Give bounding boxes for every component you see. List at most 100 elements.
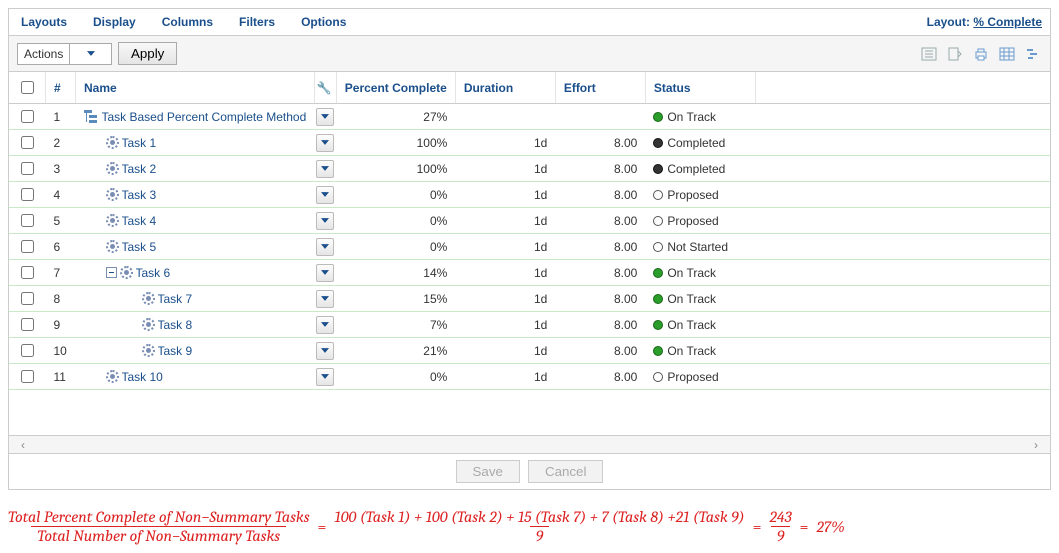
status-cell[interactable]: Proposed: [645, 182, 755, 208]
menu-filters[interactable]: Filters: [235, 13, 279, 31]
duration-cell[interactable]: [455, 104, 555, 130]
table-row[interactable]: 5Task 40%1d8.00Proposed: [9, 208, 1050, 234]
duration-cell[interactable]: 1d: [455, 260, 555, 286]
percent-cell[interactable]: 21%: [336, 338, 455, 364]
row-checkbox[interactable]: [21, 344, 34, 357]
cancel-button[interactable]: Cancel: [528, 460, 604, 483]
effort-cell[interactable]: 8.00: [555, 182, 645, 208]
table-row[interactable]: 3Task 2100%1d8.00Completed: [9, 156, 1050, 182]
row-checkbox[interactable]: [21, 214, 34, 227]
scroll-left-icon[interactable]: ‹: [21, 438, 25, 452]
layout-link[interactable]: % Complete: [973, 15, 1042, 29]
duration-cell[interactable]: 1d: [455, 364, 555, 390]
row-checkbox[interactable]: [21, 318, 34, 331]
task-link[interactable]: Task 3: [122, 188, 157, 202]
effort-cell[interactable]: [555, 104, 645, 130]
scroll-right-icon[interactable]: ›: [1034, 438, 1038, 452]
percent-cell[interactable]: 0%: [336, 234, 455, 260]
status-cell[interactable]: On Track: [645, 338, 755, 364]
status-cell[interactable]: On Track: [645, 286, 755, 312]
print-icon[interactable]: [972, 45, 990, 63]
table-row[interactable]: 7Task 614%1d8.00On Track: [9, 260, 1050, 286]
effort-cell[interactable]: 8.00: [555, 338, 645, 364]
percent-cell[interactable]: 15%: [336, 286, 455, 312]
percent-cell[interactable]: 0%: [336, 364, 455, 390]
row-actions-dropdown[interactable]: [316, 160, 334, 178]
row-checkbox[interactable]: [21, 162, 34, 175]
row-checkbox[interactable]: [21, 370, 34, 383]
menu-layouts[interactable]: Layouts: [17, 13, 71, 31]
menu-display[interactable]: Display: [89, 13, 140, 31]
task-link[interactable]: Task 8: [158, 318, 193, 332]
row-actions-dropdown[interactable]: [316, 316, 334, 334]
col-header-status[interactable]: Status: [645, 72, 755, 104]
task-link[interactable]: Task 4: [122, 214, 157, 228]
task-link[interactable]: Task 6: [136, 266, 171, 280]
percent-cell[interactable]: 14%: [336, 260, 455, 286]
apply-button[interactable]: Apply: [118, 42, 177, 65]
row-actions-dropdown[interactable]: [316, 108, 334, 126]
effort-cell[interactable]: 8.00: [555, 130, 645, 156]
row-actions-dropdown[interactable]: [316, 290, 334, 308]
duration-cell[interactable]: 1d: [455, 156, 555, 182]
task-link[interactable]: Task 5: [122, 240, 157, 254]
task-link[interactable]: Task 2: [122, 162, 157, 176]
col-header-percent[interactable]: Percent Complete: [336, 72, 455, 104]
status-cell[interactable]: Proposed: [645, 208, 755, 234]
menu-options[interactable]: Options: [297, 13, 350, 31]
table-row[interactable]: 8Task 715%1d8.00On Track: [9, 286, 1050, 312]
effort-cell[interactable]: 8.00: [555, 208, 645, 234]
collapse-icon[interactable]: [106, 267, 117, 278]
status-cell[interactable]: Completed: [645, 156, 755, 182]
task-link[interactable]: Task 7: [158, 292, 193, 306]
duration-cell[interactable]: 1d: [455, 338, 555, 364]
effort-cell[interactable]: 8.00: [555, 260, 645, 286]
col-header-duration[interactable]: Duration: [455, 72, 555, 104]
table-row[interactable]: 4Task 30%1d8.00Proposed: [9, 182, 1050, 208]
col-header-name[interactable]: Name: [76, 72, 315, 104]
row-checkbox[interactable]: [21, 188, 34, 201]
table-row[interactable]: 10Task 921%1d8.00On Track: [9, 338, 1050, 364]
row-actions-dropdown[interactable]: [316, 134, 334, 152]
status-cell[interactable]: On Track: [645, 260, 755, 286]
task-link[interactable]: Task 1: [122, 136, 157, 150]
percent-cell[interactable]: 0%: [336, 208, 455, 234]
table-row[interactable]: 6Task 50%1d8.00Not Started: [9, 234, 1050, 260]
row-checkbox[interactable]: [21, 136, 34, 149]
row-checkbox[interactable]: [21, 266, 34, 279]
row-checkbox[interactable]: [21, 110, 34, 123]
status-cell[interactable]: Not Started: [645, 234, 755, 260]
row-actions-dropdown[interactable]: [316, 368, 334, 386]
actions-select[interactable]: Actions: [17, 43, 112, 65]
duration-cell[interactable]: 1d: [455, 234, 555, 260]
col-header-num[interactable]: #: [46, 72, 76, 104]
percent-cell[interactable]: 27%: [336, 104, 455, 130]
effort-cell[interactable]: 8.00: [555, 364, 645, 390]
effort-cell[interactable]: 8.00: [555, 156, 645, 182]
percent-cell[interactable]: 7%: [336, 312, 455, 338]
row-actions-dropdown[interactable]: [316, 186, 334, 204]
duration-cell[interactable]: 1d: [455, 182, 555, 208]
task-link[interactable]: Task Based Percent Complete Method: [102, 110, 307, 124]
status-cell[interactable]: Proposed: [645, 364, 755, 390]
row-checkbox[interactable]: [21, 240, 34, 253]
row-checkbox[interactable]: [21, 292, 34, 305]
select-all-checkbox[interactable]: [21, 81, 34, 94]
effort-cell[interactable]: 8.00: [555, 234, 645, 260]
table-row[interactable]: 1Task Based Percent Complete Method27%On…: [9, 104, 1050, 130]
percent-cell[interactable]: 100%: [336, 130, 455, 156]
gantt-icon[interactable]: [1024, 45, 1042, 63]
duration-cell[interactable]: 1d: [455, 286, 555, 312]
effort-cell[interactable]: 8.00: [555, 286, 645, 312]
save-button[interactable]: Save: [456, 460, 520, 483]
export-page-icon[interactable]: [946, 45, 964, 63]
menu-columns[interactable]: Columns: [158, 13, 217, 31]
status-cell[interactable]: On Track: [645, 104, 755, 130]
percent-cell[interactable]: 100%: [336, 156, 455, 182]
duration-cell[interactable]: 1d: [455, 312, 555, 338]
table-row[interactable]: 11Task 100%1d8.00Proposed: [9, 364, 1050, 390]
col-header-effort[interactable]: Effort: [555, 72, 645, 104]
row-actions-dropdown[interactable]: [316, 212, 334, 230]
grid-icon[interactable]: [998, 45, 1016, 63]
table-row[interactable]: 9Task 87%1d8.00On Track: [9, 312, 1050, 338]
